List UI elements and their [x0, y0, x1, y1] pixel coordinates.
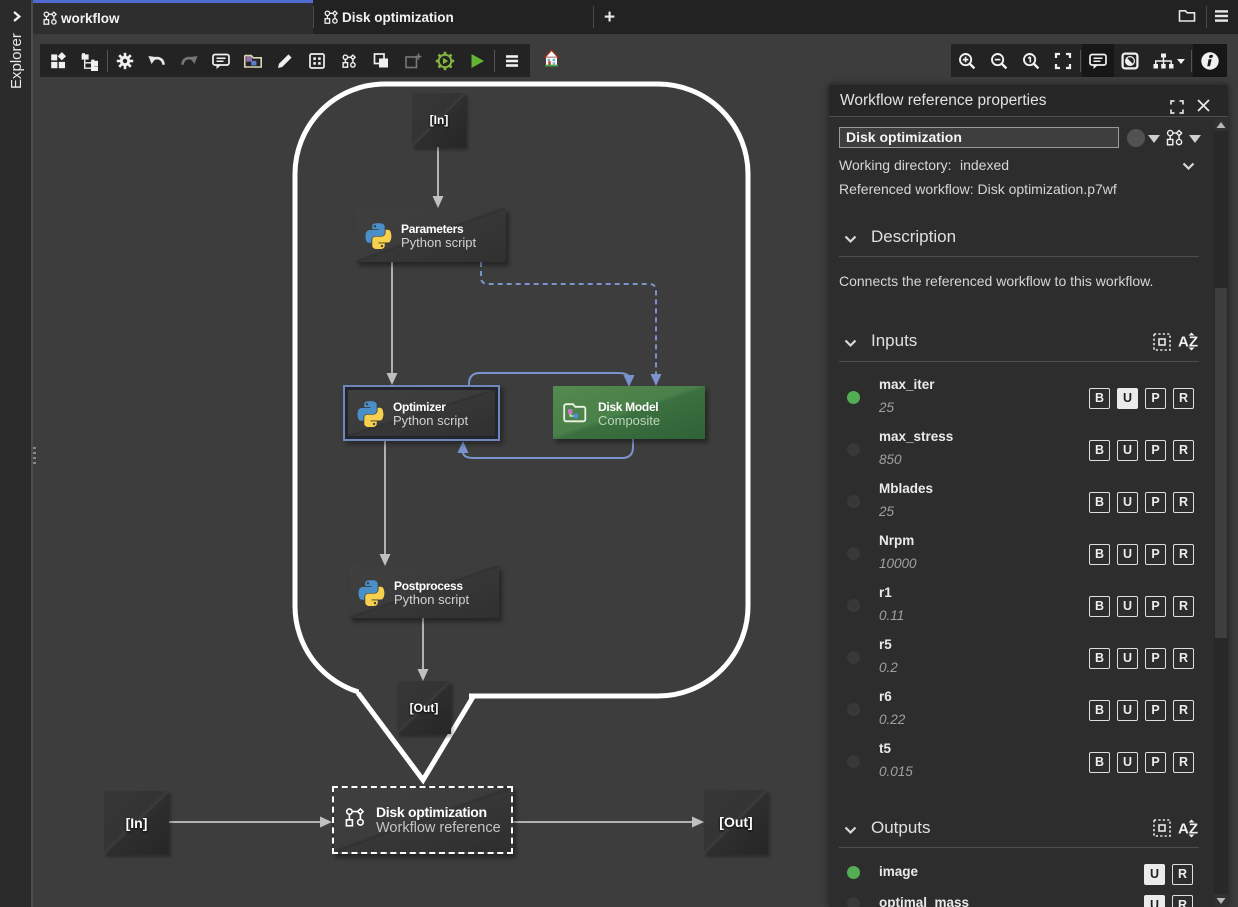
svg-text:AZ: AZ — [1178, 334, 1198, 351]
svg-text:AZ: AZ — [1178, 821, 1198, 838]
